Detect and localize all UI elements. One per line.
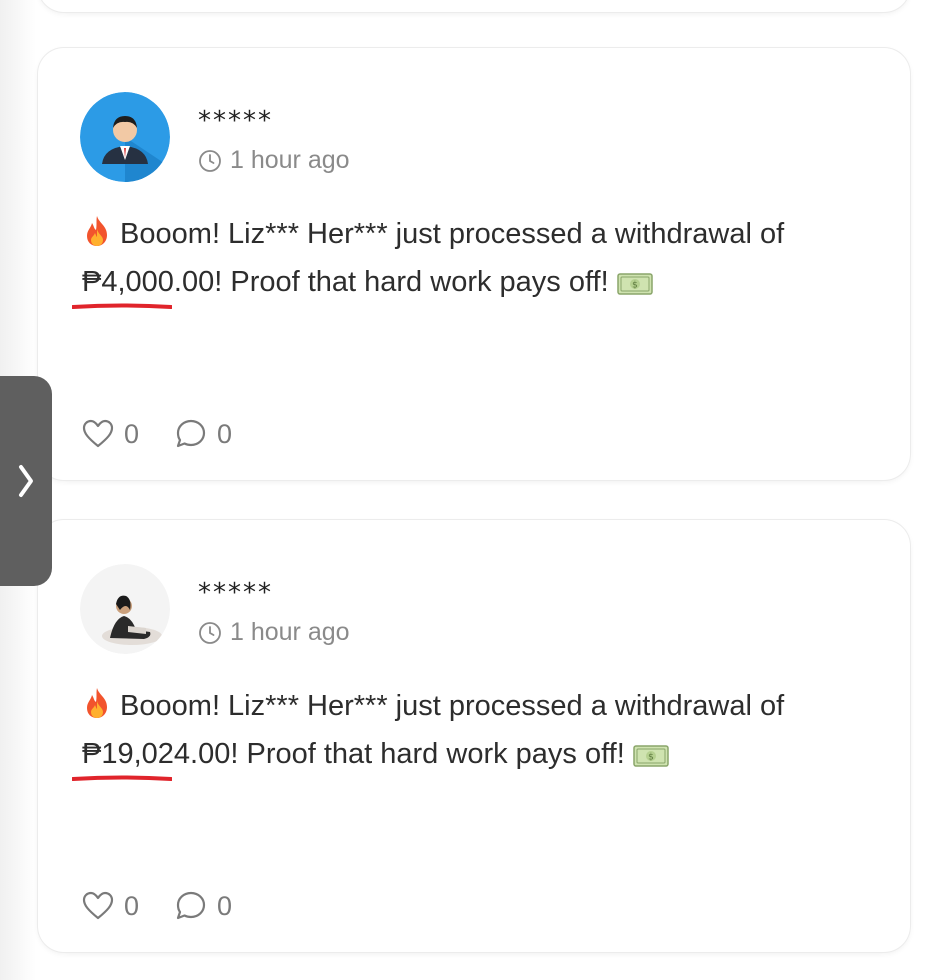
heart-icon: [82, 891, 114, 920]
post-card: ***** 1 hour ago Booom! Liz*** Her*** ju…: [38, 520, 910, 952]
withdrawal-amount: ₱4,000.00: [72, 258, 215, 309]
post-card: ***** 1 hour ago Booom! Liz*** Her*** ju…: [38, 48, 910, 480]
comment-button[interactable]: 0: [175, 418, 232, 450]
side-drawer-tab[interactable]: [0, 376, 52, 586]
withdrawal-amount: ₱19,024.00: [72, 730, 231, 781]
comment-icon: [176, 419, 206, 448]
comment-count: 0: [217, 890, 233, 921]
like-button[interactable]: 0: [82, 891, 139, 922]
like-count: 0: [124, 890, 140, 921]
username: *****: [198, 578, 273, 608]
comment-count: 0: [217, 418, 233, 449]
post-text-before: Booom! Liz*** Her*** just processed a wi…: [112, 690, 785, 722]
post-body: Booom! Liz*** Her*** just processed a wi…: [72, 210, 870, 309]
svg-text:$: $: [648, 753, 654, 763]
money-icon: $: [616, 273, 653, 295]
post-text-before: Booom! Liz*** Her*** just processed a wi…: [112, 218, 785, 250]
clock-icon: [199, 621, 221, 644]
heart-icon: [82, 419, 114, 448]
avatar-business-icon[interactable]: [80, 92, 170, 182]
like-count: 0: [124, 418, 140, 449]
username: *****: [198, 106, 273, 136]
post-text-after: ! Proof that hard work pays off!: [230, 738, 633, 770]
comment-button[interactable]: 0: [175, 890, 232, 922]
post-timestamp: 1 hour ago: [198, 146, 350, 175]
post-text-after: ! Proof that hard work pays off!: [214, 266, 617, 298]
red-underline-annotation: [72, 303, 172, 309]
post-timestamp: 1 hour ago: [198, 618, 350, 647]
red-underline-annotation: [72, 775, 172, 781]
like-button[interactable]: 0: [82, 419, 139, 450]
timestamp-text: 1 hour ago: [230, 146, 350, 174]
post-actions: 0 0: [82, 890, 232, 922]
timestamp-text: 1 hour ago: [230, 618, 350, 646]
avatar-photo[interactable]: [80, 564, 170, 654]
amount-text: ₱4,000.00: [82, 266, 215, 298]
svg-text:$: $: [632, 281, 638, 291]
post-actions: 0 0: [82, 418, 232, 450]
clock-icon: [199, 149, 221, 172]
post-body: Booom! Liz*** Her*** just processed a wi…: [72, 682, 870, 781]
amount-text: ₱19,024.00: [82, 738, 231, 770]
money-icon: $: [633, 745, 669, 767]
comment-icon: [176, 891, 206, 920]
previous-post-card: [38, 0, 910, 12]
fire-icon: [87, 688, 107, 718]
fire-icon: [87, 216, 107, 246]
chevron-right-icon: [19, 465, 33, 497]
